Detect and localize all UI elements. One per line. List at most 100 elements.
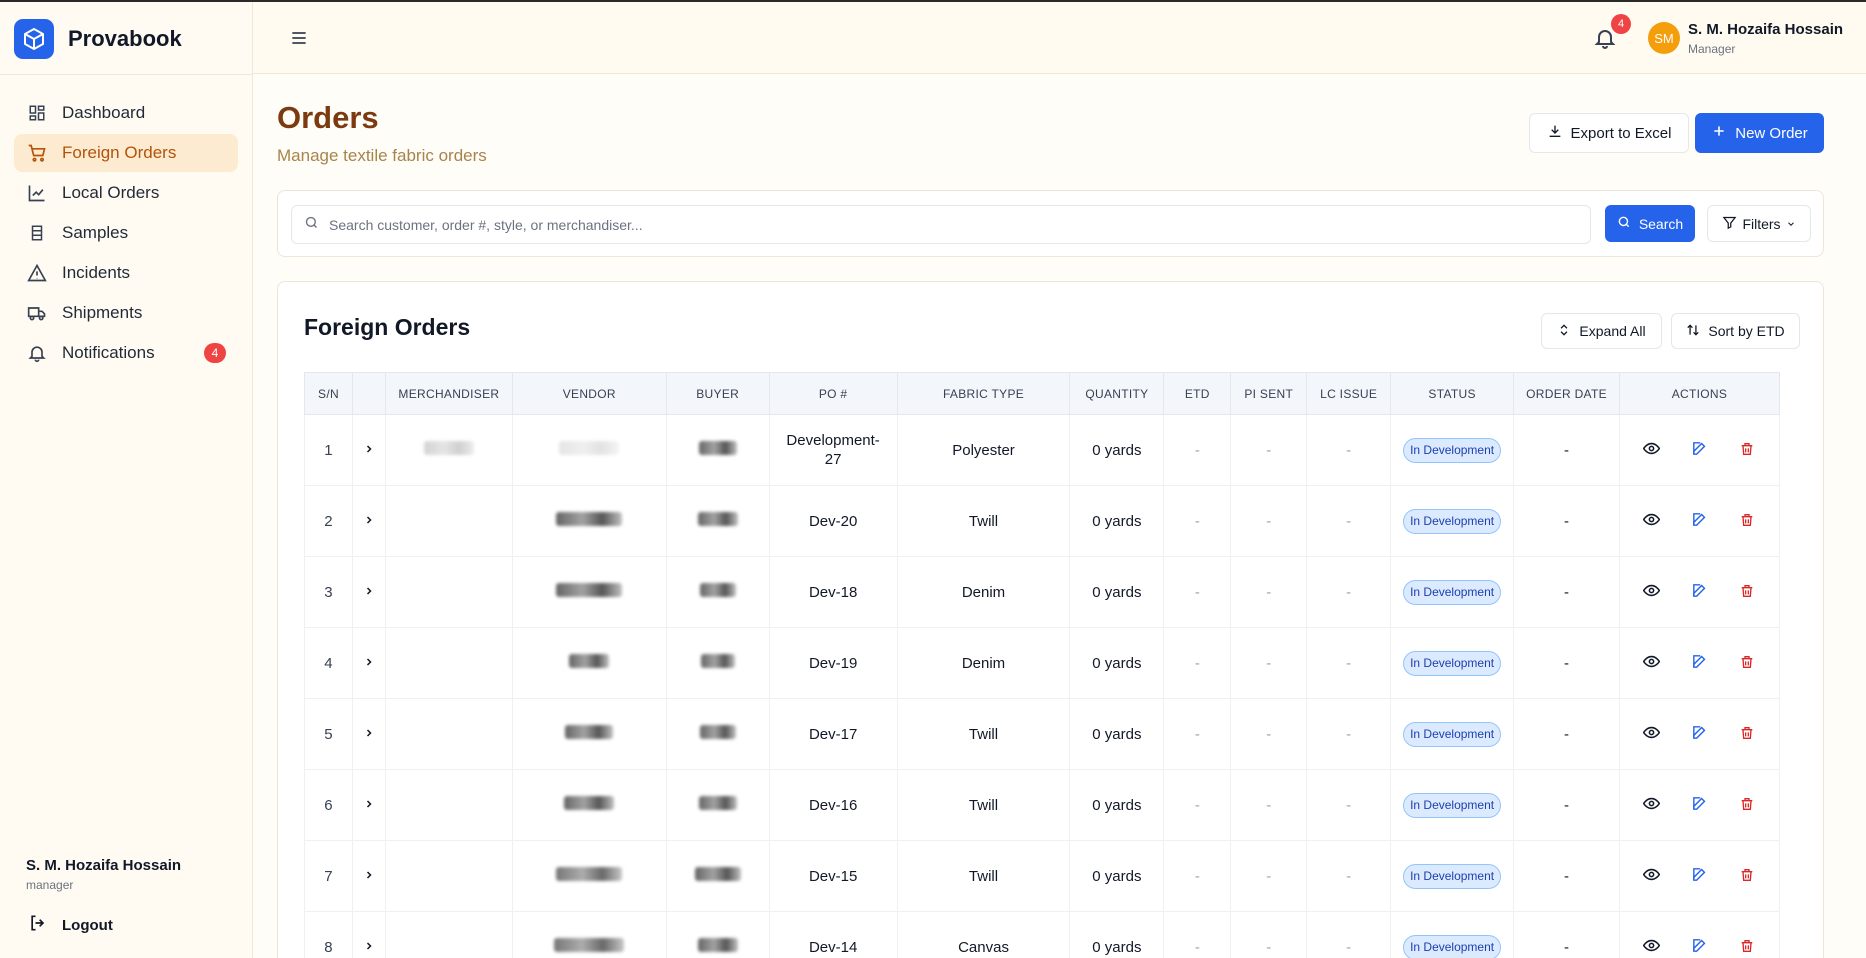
vendor-cell xyxy=(511,840,667,912)
brand[interactable]: Provabook xyxy=(14,19,182,59)
table-row[interactable]: 2 Dev-20 Twill 0 yards - - - In Developm… xyxy=(304,485,1781,557)
sidebar-item-local-orders[interactable]: Local Orders xyxy=(14,174,238,212)
table-row[interactable]: 6 Dev-16 Twill 0 yards - - - In Developm… xyxy=(304,769,1781,841)
lc-issue-cell: - xyxy=(1306,911,1392,958)
filter-icon xyxy=(1722,215,1737,233)
status-cell: In Development xyxy=(1390,627,1515,699)
quantity-cell: 0 yards xyxy=(1069,485,1165,557)
sidebar-item-foreign-orders[interactable]: Foreign Orders xyxy=(14,134,238,172)
po-cell: Dev-20 xyxy=(768,485,898,557)
quantity-cell: 0 yards xyxy=(1069,911,1165,958)
sidebar-item-dashboard[interactable]: Dashboard xyxy=(14,94,238,132)
edit-icon[interactable] xyxy=(1689,723,1709,743)
etd-cell: - xyxy=(1163,627,1232,699)
view-icon[interactable] xyxy=(1641,510,1661,530)
view-icon[interactable] xyxy=(1641,865,1661,885)
edit-icon[interactable] xyxy=(1689,936,1709,956)
search-button[interactable]: Search xyxy=(1605,205,1695,242)
sort-label: Sort by ETD xyxy=(1708,323,1785,339)
po-cell: Development-27 xyxy=(768,414,898,486)
avatar[interactable]: SM xyxy=(1648,22,1680,54)
view-icon[interactable] xyxy=(1641,723,1661,743)
filters-label: Filters xyxy=(1742,215,1781,232)
table-body: 1 Development-27 Polyester 0 yards - - -… xyxy=(304,414,1781,958)
fabric-type-cell: Polyester xyxy=(896,414,1071,486)
sidebar-item-shipments[interactable]: Shipments xyxy=(14,294,238,332)
lc-issue-cell: - xyxy=(1306,485,1392,557)
table-row[interactable]: 7 Dev-15 Twill 0 yards - - - In Developm… xyxy=(304,840,1781,912)
expand-row-button[interactable] xyxy=(351,414,386,486)
po-cell: Dev-15 xyxy=(768,840,898,912)
search-field[interactable] xyxy=(291,205,1591,244)
expand-row-button[interactable] xyxy=(351,698,386,770)
table-row[interactable]: 1 Development-27 Polyester 0 yards - - -… xyxy=(304,414,1781,486)
edit-icon[interactable] xyxy=(1689,581,1709,601)
edit-icon[interactable] xyxy=(1689,865,1709,885)
top-header: 4 SM S. M. Hozaifa Hossain Manager xyxy=(253,2,1866,74)
expand-row-button[interactable] xyxy=(351,769,386,841)
menu-icon[interactable] xyxy=(289,28,309,48)
delete-icon[interactable] xyxy=(1737,794,1757,814)
delete-icon[interactable] xyxy=(1737,723,1757,743)
new-order-button[interactable]: New Order xyxy=(1695,113,1824,153)
delete-icon[interactable] xyxy=(1737,439,1757,459)
logout-button[interactable]: Logout xyxy=(28,913,113,937)
table-row[interactable]: 4 Dev-19 Denim 0 yards - - - In Developm… xyxy=(304,627,1781,699)
expand-row-button[interactable] xyxy=(351,485,386,557)
export-excel-button[interactable]: Export to Excel xyxy=(1529,113,1689,153)
table-row[interactable]: 8 Dev-14 Canvas 0 yards - - - In Develop… xyxy=(304,911,1781,958)
table-row[interactable]: 3 Dev-18 Denim 0 yards - - - In Developm… xyxy=(304,556,1781,628)
box-logo-icon xyxy=(14,19,54,59)
edit-icon[interactable] xyxy=(1689,652,1709,672)
sidebar-item-incidents[interactable]: Incidents xyxy=(14,254,238,292)
chevron-down-icon xyxy=(1786,216,1796,232)
sidebar-item-samples[interactable]: Samples xyxy=(14,214,238,252)
expand-row-button[interactable] xyxy=(351,840,386,912)
redacted-text xyxy=(556,512,623,526)
header-user-name[interactable]: S. M. Hozaifa Hossain xyxy=(1688,21,1843,38)
expand-row-button[interactable] xyxy=(351,556,386,628)
fabric-type-cell: Twill xyxy=(896,698,1071,770)
view-icon[interactable] xyxy=(1641,439,1661,459)
row-sn: 5 xyxy=(304,698,353,770)
buyer-cell xyxy=(665,627,770,699)
sidebar-item-label: Notifications xyxy=(62,343,155,362)
sidebar-item-label: Dashboard xyxy=(62,103,146,122)
notification-badge: 4 xyxy=(204,343,226,363)
view-icon[interactable] xyxy=(1641,936,1661,956)
delete-icon[interactable] xyxy=(1737,510,1757,530)
expand-row-button[interactable] xyxy=(351,627,386,699)
edit-icon[interactable] xyxy=(1689,439,1709,459)
expand-all-button[interactable]: Expand All xyxy=(1541,313,1662,349)
vendor-cell xyxy=(511,485,667,557)
chevron-right-icon xyxy=(363,655,375,672)
delete-icon[interactable] xyxy=(1737,652,1757,672)
delete-icon[interactable] xyxy=(1737,936,1757,956)
row-sn: 4 xyxy=(304,627,353,699)
table-row[interactable]: 5 Dev-17 Twill 0 yards - - - In Developm… xyxy=(304,698,1781,770)
new-order-label: New Order xyxy=(1735,124,1808,142)
sidebar-item-label: Samples xyxy=(62,223,129,242)
delete-icon[interactable] xyxy=(1737,581,1757,601)
sort-etd-button[interactable]: Sort by ETD xyxy=(1671,313,1800,349)
order-date-cell: - xyxy=(1513,769,1620,841)
column-header: PI SENT xyxy=(1230,372,1308,415)
chevron-right-icon xyxy=(363,726,375,743)
actions-cell xyxy=(1618,911,1781,958)
edit-icon[interactable] xyxy=(1689,794,1709,814)
view-icon[interactable] xyxy=(1641,581,1661,601)
po-cell: Dev-18 xyxy=(768,556,898,628)
quantity-cell: 0 yards xyxy=(1069,627,1165,699)
chart-icon xyxy=(26,182,48,204)
search-input[interactable] xyxy=(329,216,1529,233)
delete-icon[interactable] xyxy=(1737,865,1757,885)
sidebar-item-notifications[interactable]: Notifications 4 xyxy=(14,334,238,372)
table-header-row: S/N MERCHANDISER VENDOR BUYER PO # FABRIC TYP… xyxy=(304,372,1781,415)
expand-row-button[interactable] xyxy=(351,911,386,958)
vendor-cell xyxy=(511,769,667,841)
view-icon[interactable] xyxy=(1641,652,1661,672)
view-icon[interactable] xyxy=(1641,794,1661,814)
filters-button[interactable]: Filters xyxy=(1707,205,1811,242)
edit-icon[interactable] xyxy=(1689,510,1709,530)
vendor-cell xyxy=(511,627,667,699)
